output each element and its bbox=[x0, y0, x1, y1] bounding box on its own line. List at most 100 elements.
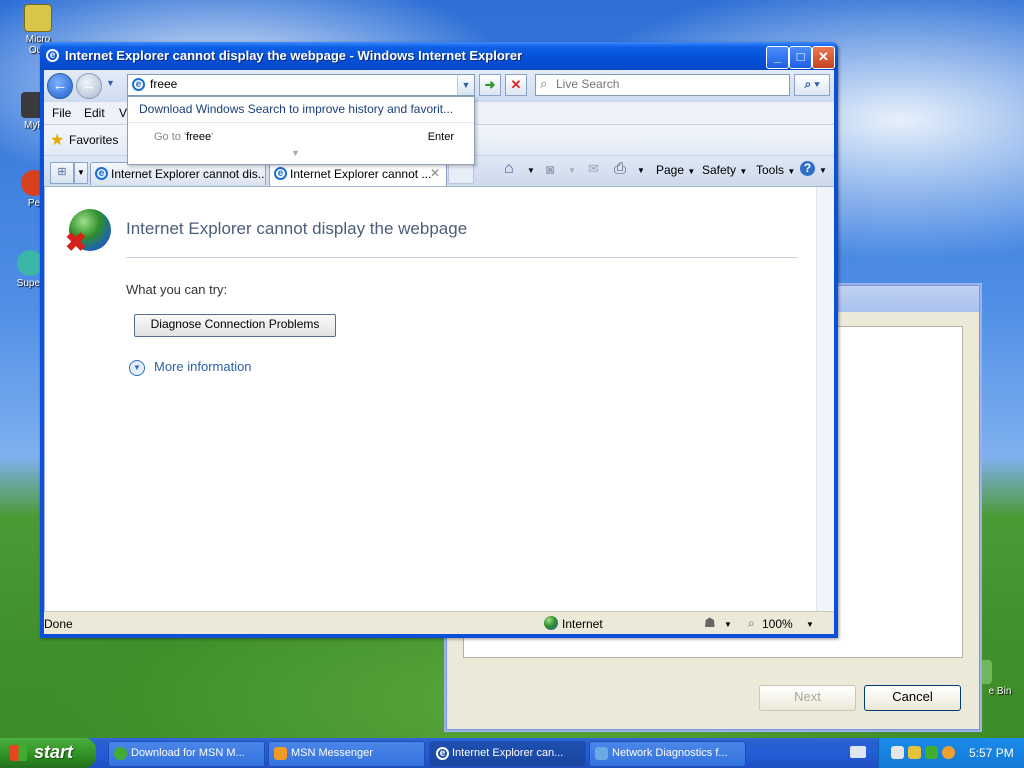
window-title: Internet Explorer cannot display the web… bbox=[65, 48, 523, 63]
desktop-icon-recycle-bin[interactable]: e Bin bbox=[978, 660, 1022, 697]
search-tray-icon[interactable] bbox=[942, 746, 955, 759]
task-label: Download for MSN M... bbox=[131, 747, 245, 759]
taskbar: start Download for MSN M... MSN Messenge… bbox=[0, 738, 1024, 768]
vertical-scrollbar[interactable] bbox=[816, 187, 834, 611]
search-button[interactable]: ⌕ ▾ bbox=[794, 74, 830, 96]
expand-arrow-icon[interactable]: ▼ bbox=[291, 148, 300, 158]
taskbar-item-msn-messenger[interactable]: MSN Messenger bbox=[268, 741, 425, 767]
diagnose-connection-button[interactable]: Diagnose Connection Problems bbox=[134, 314, 336, 337]
messenger-tray-icon[interactable] bbox=[925, 746, 938, 759]
mail-icon[interactable]: ✉ bbox=[588, 161, 599, 177]
page-content: ✖ Internet Explorer cannot display the w… bbox=[44, 187, 834, 611]
system-tray: 5:57 PM bbox=[878, 738, 1024, 768]
safety-menu[interactable]: Safety ▼ bbox=[702, 163, 747, 177]
address-dropdown-button[interactable]: ▼ bbox=[457, 75, 474, 95]
home-dropdown-icon[interactable]: ▼ bbox=[527, 166, 535, 175]
tab-close-icon[interactable]: ✕ bbox=[430, 166, 440, 180]
address-bar[interactable]: e ▼ bbox=[127, 74, 475, 96]
desktop-icon-label: Pe bbox=[27, 198, 41, 209]
magnifier-icon: ⌕ ▾ bbox=[804, 77, 820, 91]
next-button[interactable]: Next bbox=[759, 685, 856, 711]
help-icon[interactable]: ? bbox=[800, 161, 815, 176]
favorites-button[interactable]: Favorites bbox=[69, 133, 118, 147]
search-box[interactable]: ⌕ bbox=[535, 74, 790, 96]
expand-chevron-icon[interactable]: ▼ bbox=[129, 360, 145, 376]
address-input[interactable] bbox=[150, 76, 450, 92]
print-icon[interactable]: ⎙ bbox=[614, 160, 626, 177]
chevron-down-icon: ▼ bbox=[739, 167, 748, 176]
taskbar-item-internet-explorer[interactable]: e Internet Explorer can... bbox=[429, 741, 586, 767]
quick-tabs-icon: ⊞ bbox=[57, 166, 67, 178]
ie-titlebar[interactable]: e Internet Explorer cannot display the w… bbox=[40, 42, 838, 70]
ie-window: e Internet Explorer cannot display the w… bbox=[40, 42, 838, 638]
taskbar-item-download-msn[interactable]: Download for MSN M... bbox=[108, 741, 265, 767]
more-information-link[interactable]: More information bbox=[154, 359, 252, 374]
minimize-button[interactable]: _ bbox=[766, 46, 789, 69]
enter-hint: Enter bbox=[427, 131, 454, 143]
go-button[interactable]: ➜ bbox=[479, 74, 501, 96]
chevron-down-icon: ▼ bbox=[687, 167, 696, 176]
network-tray-icon[interactable] bbox=[891, 746, 904, 759]
red-x-icon: ✖ bbox=[65, 227, 87, 257]
network-diagnostics-icon bbox=[595, 747, 608, 760]
tab-list-button[interactable]: ▼ bbox=[74, 162, 88, 184]
page-menu[interactable]: Page ▼ bbox=[656, 163, 695, 177]
desktop-icon-label: e Bin bbox=[988, 686, 1012, 697]
help-dropdown-icon[interactable]: ▼ bbox=[819, 166, 827, 175]
go-to-suggestion[interactable]: Go to 'freee' bbox=[154, 131, 213, 143]
cancel-button[interactable]: Cancel bbox=[864, 685, 961, 711]
status-bar: Done Internet ☗ ▼ ⌕ 100% ▼ bbox=[44, 611, 834, 634]
language-bar-icon[interactable] bbox=[850, 746, 866, 758]
taskbar-item-network-diagnostics[interactable]: Network Diagnostics f... bbox=[589, 741, 746, 767]
close-button[interactable]: ✕ bbox=[812, 46, 835, 69]
start-button[interactable]: start bbox=[0, 738, 96, 768]
quick-tabs-button[interactable]: ⊞ bbox=[50, 162, 74, 184]
zoom-level[interactable]: 100% bbox=[762, 617, 793, 631]
go-to-term: freee bbox=[186, 131, 212, 143]
menu-file[interactable]: File bbox=[52, 106, 71, 120]
task-label: MSN Messenger bbox=[291, 747, 373, 759]
feeds-icon[interactable]: ◙ bbox=[546, 161, 554, 177]
task-label: Network Diagnostics f... bbox=[612, 747, 728, 759]
page-menu-label: Page bbox=[656, 163, 685, 177]
tab-page-icon: e bbox=[274, 167, 287, 180]
ie-logo-icon: e bbox=[436, 747, 449, 760]
windows-search-suggestion[interactable]: Download Windows Search to improve histo… bbox=[139, 102, 453, 116]
stop-button[interactable]: ✕ bbox=[505, 74, 527, 96]
task-label: Internet Explorer can... bbox=[452, 747, 564, 759]
clock: 5:57 PM bbox=[969, 746, 1014, 760]
security-zone[interactable]: Internet bbox=[562, 617, 603, 631]
msn-download-icon bbox=[114, 747, 127, 760]
tools-menu[interactable]: Tools ▼ bbox=[756, 163, 795, 177]
divider bbox=[128, 122, 474, 123]
forward-button[interactable]: → bbox=[76, 73, 102, 99]
tab-label: Internet Explorer cannot ... bbox=[290, 167, 432, 181]
protected-mode-icon[interactable]: ☗ bbox=[704, 615, 716, 631]
internet-zone-icon bbox=[544, 616, 558, 630]
new-tab-button[interactable] bbox=[448, 164, 474, 184]
tab-1[interactable]: e Internet Explorer cannot dis... bbox=[90, 162, 266, 185]
back-button[interactable]: ← bbox=[47, 73, 73, 99]
safety-menu-label: Safety bbox=[702, 163, 737, 177]
forward-arrow-icon: → bbox=[81, 77, 97, 94]
search-input[interactable] bbox=[556, 76, 784, 92]
go-to-suffix: ' bbox=[211, 131, 214, 143]
go-arrow-icon: ➜ bbox=[484, 77, 496, 92]
menu-edit[interactable]: Edit bbox=[84, 106, 105, 120]
zone-dropdown-icon[interactable]: ▼ bbox=[724, 620, 732, 629]
feeds-dropdown-icon[interactable]: ▼ bbox=[568, 166, 576, 175]
print-dropdown-icon[interactable]: ▼ bbox=[637, 166, 645, 175]
tab-label: Internet Explorer cannot dis... bbox=[111, 167, 266, 181]
home-icon[interactable]: ⌂ bbox=[504, 160, 514, 178]
zoom-dropdown-icon[interactable]: ▼ bbox=[806, 620, 814, 629]
address-autocomplete: Download Windows Search to improve histo… bbox=[127, 96, 475, 165]
favorites-star-icon: ★ bbox=[50, 132, 65, 149]
security-shield-icon[interactable] bbox=[908, 746, 921, 759]
history-dropdown-icon[interactable]: ▼ bbox=[106, 78, 115, 88]
windows-flag-icon bbox=[10, 745, 27, 761]
error-heading: Internet Explorer cannot display the web… bbox=[126, 219, 468, 238]
zoom-icon: ⌕ bbox=[748, 616, 755, 630]
back-arrow-icon: ← bbox=[52, 77, 68, 94]
divider bbox=[126, 257, 798, 258]
maximize-button[interactable]: □ bbox=[789, 46, 812, 69]
